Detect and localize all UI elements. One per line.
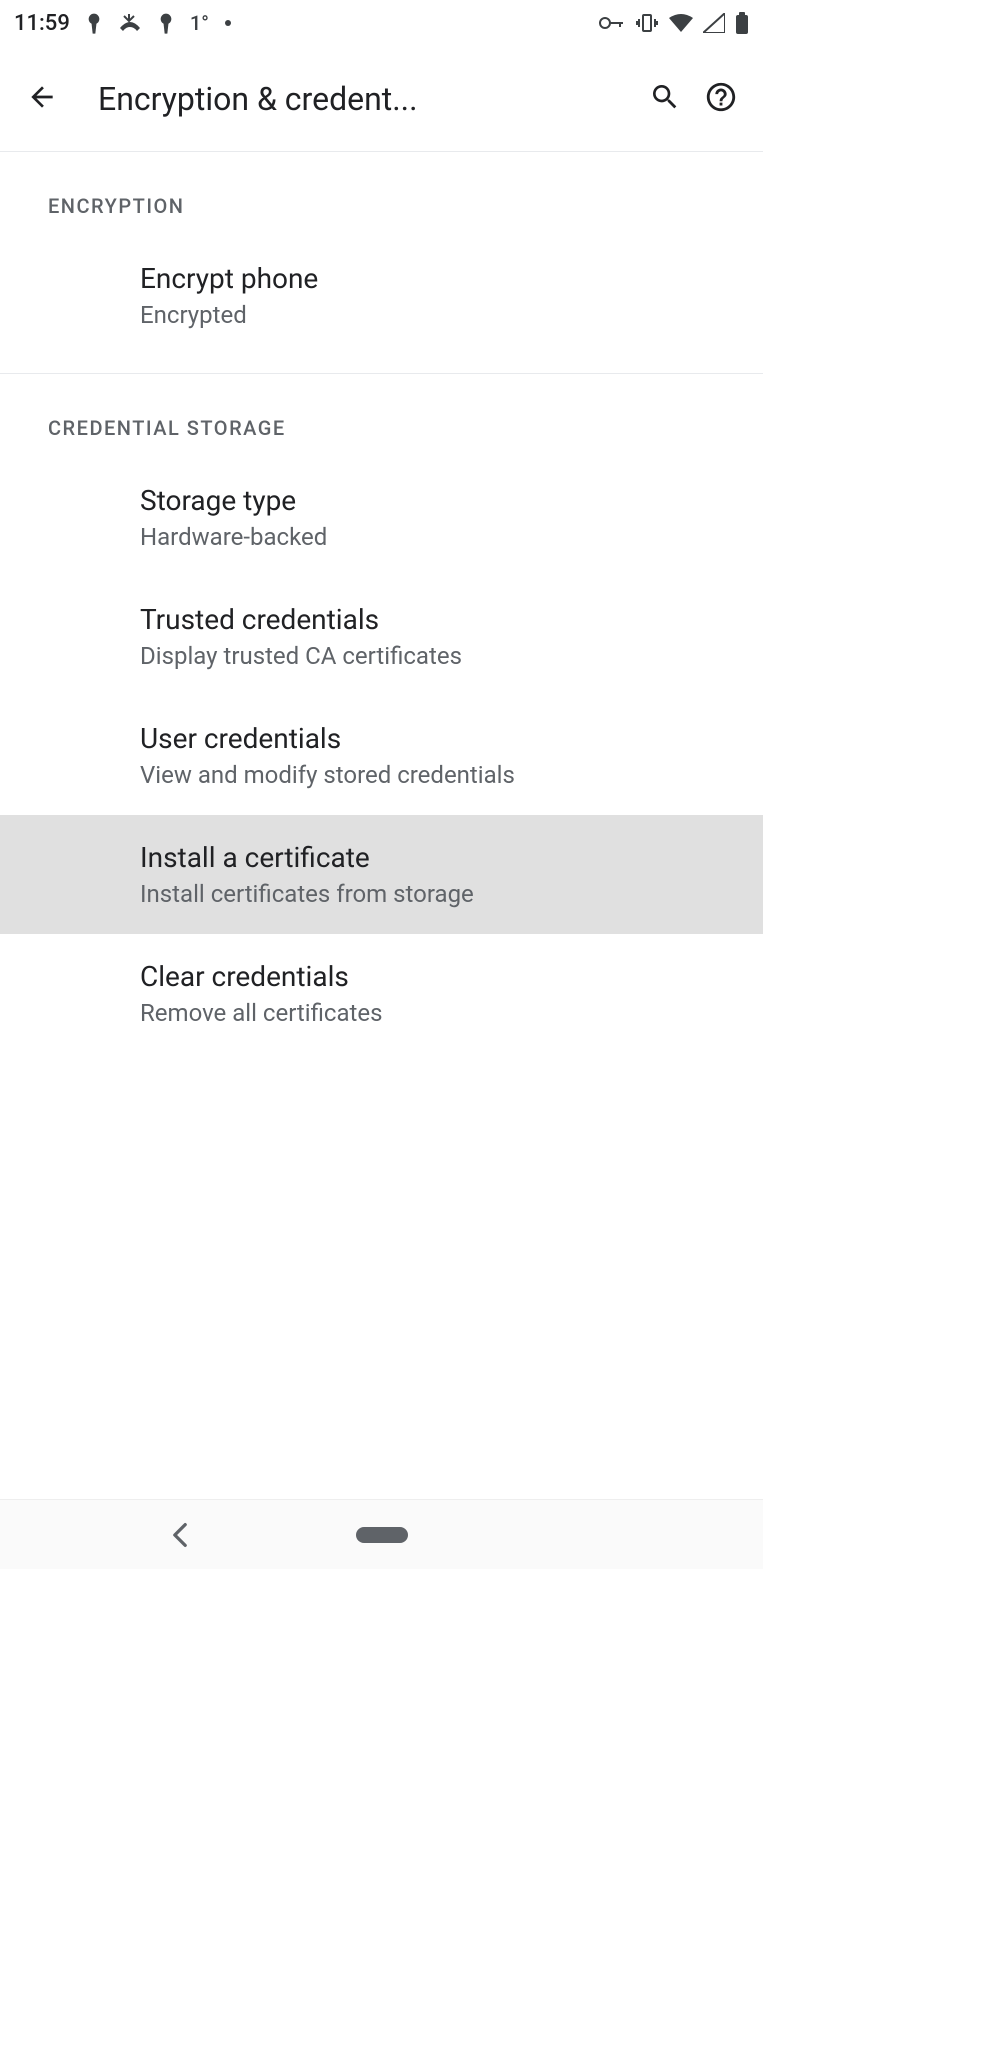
item-title: Encrypt phone (140, 262, 715, 295)
search-icon (649, 81, 681, 116)
section-encryption: Encryption Encrypt phone Encrypted (0, 152, 763, 374)
item-subtitle: View and modify stored credentials (140, 761, 715, 789)
item-clear-credentials[interactable]: Clear credentials Remove all certificate… (0, 934, 763, 1053)
search-button[interactable] (637, 71, 693, 127)
item-storage-type[interactable]: Storage type Hardware-backed (0, 458, 763, 577)
cellular-signal-icon (703, 13, 725, 33)
vibrate-icon (635, 13, 659, 33)
status-time: 11:59 (14, 11, 70, 36)
app-bar: Encryption & credent... (0, 46, 763, 152)
nav-home-pill[interactable] (356, 1527, 408, 1543)
vpn-key-icon (599, 16, 625, 30)
keyhole-icon (158, 12, 174, 34)
item-title: User credentials (140, 722, 715, 755)
item-title: Trusted credentials (140, 603, 715, 636)
item-title: Install a certificate (140, 841, 715, 874)
system-nav-bar (0, 1499, 763, 1569)
item-title: Clear credentials (140, 960, 715, 993)
arrow-back-icon (26, 81, 58, 116)
item-subtitle: Install certificates from storage (140, 880, 715, 908)
dot-icon (225, 20, 231, 26)
nav-back-button[interactable] (160, 1515, 200, 1555)
item-subtitle: Hardware-backed (140, 523, 715, 551)
section-header-credential-storage: Credential storage (0, 374, 763, 458)
item-install-certificate[interactable]: Install a certificate Install certificat… (0, 815, 763, 934)
item-subtitle: Encrypted (140, 301, 715, 329)
item-encrypt-phone[interactable]: Encrypt phone Encrypted (0, 236, 763, 355)
status-bar: 11:59 1° (0, 0, 763, 46)
section-header-encryption: Encryption (0, 152, 763, 236)
missed-call-icon (118, 14, 142, 32)
page-title: Encryption & credent... (98, 80, 637, 118)
chevron-left-icon (171, 1522, 189, 1548)
item-subtitle: Display trusted CA certificates (140, 642, 715, 670)
item-user-credentials[interactable]: User credentials View and modify stored … (0, 696, 763, 815)
back-button[interactable] (14, 71, 70, 127)
help-icon (704, 80, 738, 117)
item-title: Storage type (140, 484, 715, 517)
temperature-notification-icon: 1° (190, 11, 209, 35)
wifi-icon (669, 14, 693, 32)
item-subtitle: Remove all certificates (140, 999, 715, 1027)
item-trusted-credentials[interactable]: Trusted credentials Display trusted CA c… (0, 577, 763, 696)
help-button[interactable] (693, 71, 749, 127)
section-credential-storage: Credential storage Storage type Hardware… (0, 374, 763, 1071)
battery-icon (735, 12, 749, 34)
keyhole-icon (86, 12, 102, 34)
content-scroll[interactable]: Encryption Encrypt phone Encrypted Crede… (0, 152, 763, 1499)
